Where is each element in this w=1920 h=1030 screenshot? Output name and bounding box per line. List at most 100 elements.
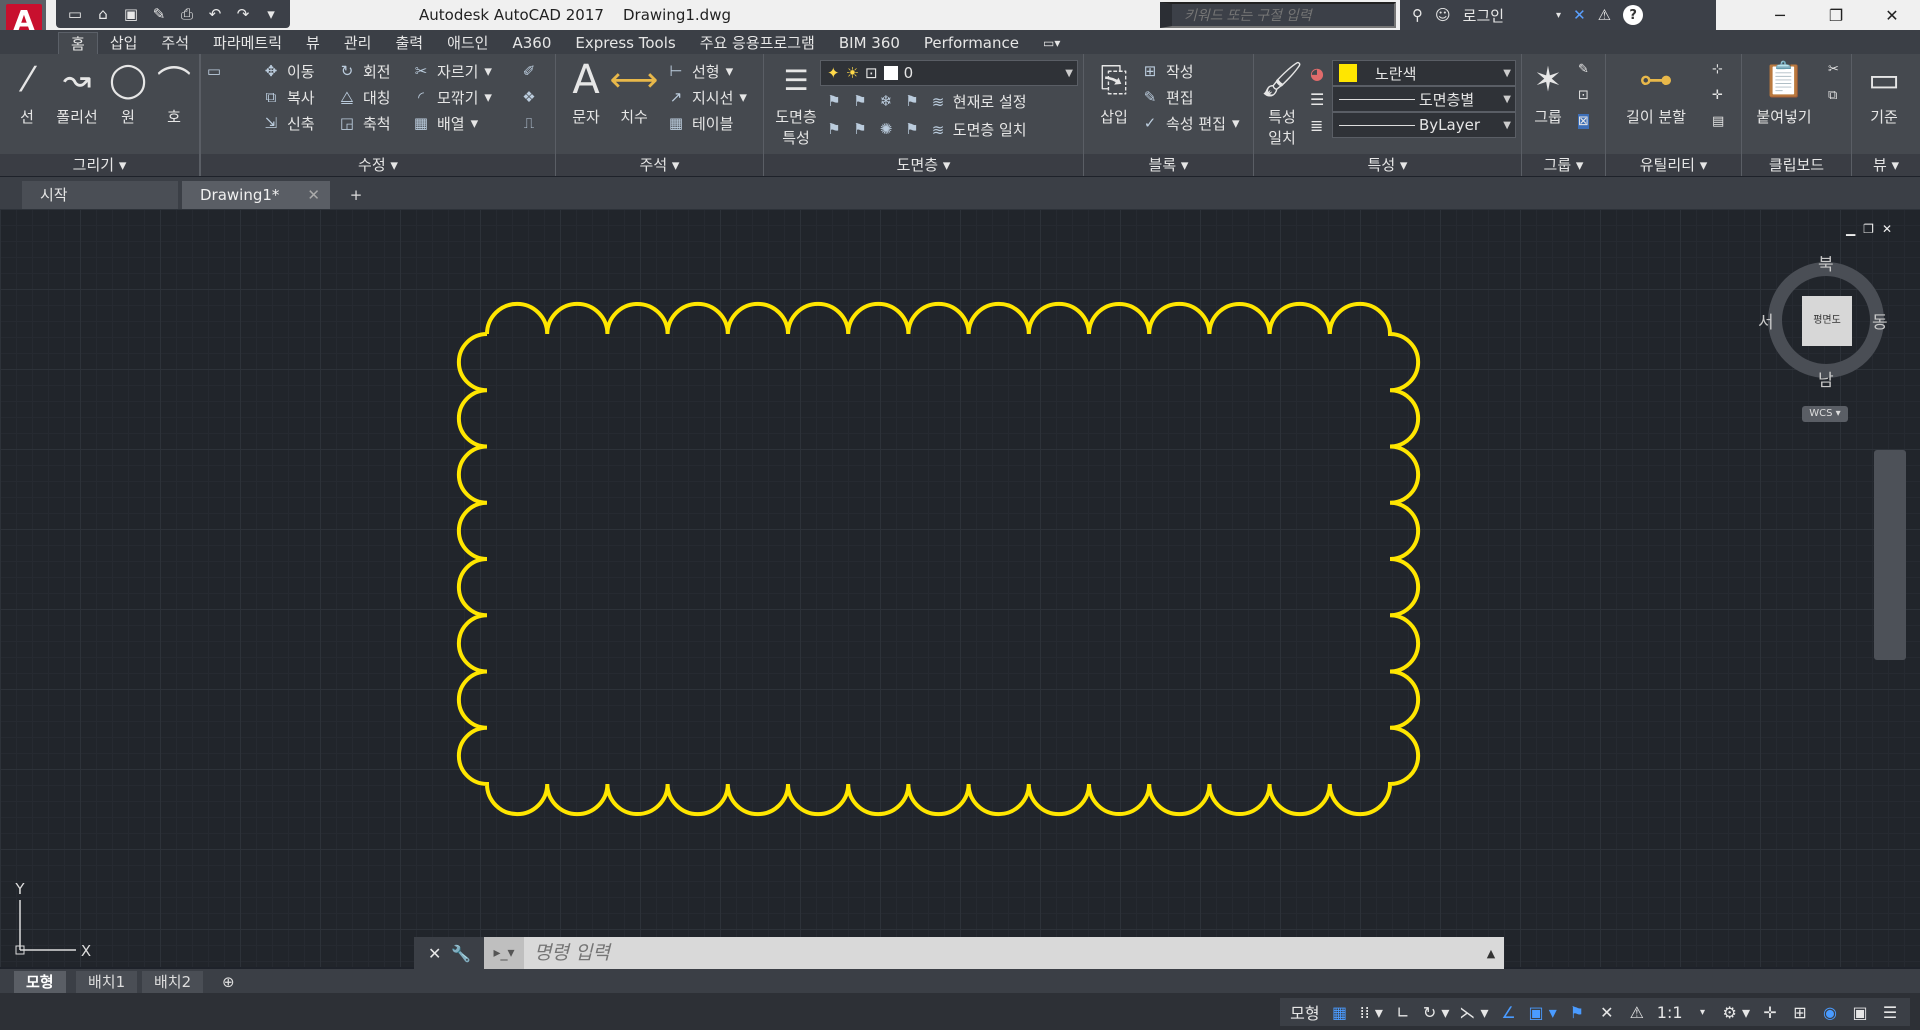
layer-isolate-icon[interactable]: ⚑	[850, 91, 870, 111]
line-button[interactable]: ⁄ 선	[6, 58, 48, 127]
offset-button[interactable]: ⎍	[519, 110, 539, 136]
compass-west[interactable]: 서	[1758, 308, 1774, 333]
tab-parametric[interactable]: 파라메트릭	[201, 32, 294, 54]
panel-title-clipboard[interactable]: 클립보드	[1742, 154, 1851, 176]
revision-cloud[interactable]	[456, 301, 1421, 817]
ortho-icon[interactable]: ∟	[1393, 1003, 1413, 1022]
close-tab-icon[interactable]: ✕	[307, 181, 320, 209]
layer-dropdown[interactable]: ✦ ☀ ⊡ 0 ▼	[820, 60, 1078, 86]
panel-title-view[interactable]: 뷰 ▾	[1852, 154, 1920, 176]
minimize-viewport-icon[interactable]: ▁	[1846, 222, 1855, 236]
layer-freeze-icon[interactable]: ❄	[876, 91, 896, 111]
group-button[interactable]: ✶ 그룹	[1526, 58, 1570, 127]
layer-on-icon[interactable]: ⚑	[824, 119, 844, 139]
create-block-button[interactable]: ⊞ 작성	[1140, 58, 1194, 84]
dimension-button[interactable]: ⟷ 치수	[610, 58, 659, 127]
panel-title-groups[interactable]: 그룹 ▾	[1522, 154, 1605, 176]
fillet-button[interactable]: ◜ 모깎기 ▾	[411, 84, 492, 110]
quick-select-icon[interactable]: ⊹	[1712, 62, 1723, 77]
polyline-button[interactable]: ↝ 폴리선	[50, 58, 104, 127]
chevron-down-icon[interactable]: ▾	[1556, 10, 1561, 21]
panel-title-annotation[interactable]: 주석 ▾	[556, 154, 763, 176]
edit-attributes-button[interactable]: ✓ 속성 편집 ▾	[1140, 110, 1240, 136]
arc-button[interactable]: ⌒ 호	[152, 58, 196, 127]
tab-insert[interactable]: 삽입	[98, 32, 150, 54]
layer-properties-button[interactable]: ☰ 도면층 특성	[768, 58, 824, 148]
navigation-bar[interactable]	[1874, 450, 1906, 660]
tab-home[interactable]: 홈	[58, 32, 98, 54]
tab-output[interactable]: 출력	[383, 32, 435, 54]
drawing-canvas[interactable]	[0, 209, 1920, 967]
linetype-dropdown[interactable]: 도면층별 ▼	[1332, 86, 1516, 112]
tab-performance[interactable]: Performance	[912, 32, 1031, 54]
text-button[interactable]: A 문자	[564, 57, 608, 127]
login-button[interactable]: 로그인	[1463, 5, 1504, 26]
compass-south[interactable]: 남	[1818, 366, 1834, 391]
layer-unisolate-icon[interactable]: ⚑	[850, 119, 870, 139]
tab-featured-apps[interactable]: 주요 응용프로그램	[688, 32, 827, 54]
layer-lock-icon[interactable]: ⚑	[902, 91, 922, 111]
model-space-toggle[interactable]: 모형	[1290, 1000, 1319, 1024]
cut-icon[interactable]: ✂	[1828, 62, 1839, 77]
mirror-button[interactable]: ⧋ 대칭	[337, 84, 390, 110]
maximize-button[interactable]: ❐	[1808, 0, 1864, 30]
wcs-menu[interactable]: WCS ▾	[1802, 406, 1848, 422]
linear-dim-button[interactable]: ⊢ 선형 ▾	[666, 58, 733, 84]
tab-annotate[interactable]: 주석	[149, 32, 201, 54]
layer-off-icon[interactable]: ⚑	[824, 91, 844, 111]
isodraft-icon[interactable]: ⋋ ▾	[1459, 1003, 1488, 1022]
layout-tab-layout1[interactable]: 배치1	[76, 971, 138, 993]
close-button[interactable]: ✕	[1864, 0, 1920, 30]
command-input[interactable]	[524, 937, 1478, 969]
move-button[interactable]: ✥ 이동	[261, 58, 315, 84]
tab-addins[interactable]: 애드인	[435, 32, 500, 54]
ribbon-options-icon[interactable]: ▭▾	[1031, 32, 1072, 54]
polar-icon[interactable]: ↻ ▾	[1423, 1003, 1450, 1022]
layer-unlock-icon[interactable]: ⚑	[902, 119, 922, 139]
panel-title-modify[interactable]: 수정 ▾	[201, 154, 555, 176]
panel-title-block[interactable]: 블록 ▾	[1084, 154, 1253, 176]
explode-button[interactable]: ❖	[519, 84, 539, 110]
panel-title-layers[interactable]: 도면층 ▾	[764, 154, 1083, 176]
copy-button[interactable]: ⧉ 복사	[261, 84, 315, 110]
units-icon[interactable]: ⊞	[1790, 1003, 1810, 1022]
copy-clip-icon[interactable]: ⧉	[1828, 88, 1837, 103]
customize-wrench-icon[interactable]: 🔧	[451, 944, 471, 963]
leader-button[interactable]: ↗ 지시선 ▾	[666, 84, 747, 110]
file-tab-drawing1[interactable]: Drawing1* ✕	[182, 181, 330, 209]
circle-button[interactable]: ◯ 원	[106, 58, 150, 127]
scale-button[interactable]: ◲ 축척	[337, 110, 391, 136]
search-input[interactable]	[1160, 2, 1396, 28]
ungroup-icon[interactable]: ✎	[1578, 62, 1589, 77]
group-edit-icon[interactable]: ⊡	[1578, 88, 1589, 103]
tab-a360[interactable]: A360	[500, 32, 563, 54]
measure-button[interactable]: ⊶ 길이 분할	[1610, 58, 1702, 127]
object-snap-tracking-icon[interactable]: ∠	[1499, 1003, 1519, 1022]
annotation-scale-icon[interactable]: ⚠	[1627, 1003, 1647, 1022]
tab-view[interactable]: 뷰	[294, 32, 332, 54]
snap-icon[interactable]: ⁞⁞ ▾	[1360, 1003, 1383, 1022]
panel-title-draw[interactable]: 그리기 ▾	[0, 154, 199, 176]
compass-east[interactable]: 동	[1872, 308, 1888, 333]
binoculars-icon[interactable]: ⚲	[1412, 6, 1423, 24]
panel-title-properties[interactable]: 특성 ▾	[1254, 154, 1521, 176]
table-button[interactable]: ▦ 테이블	[666, 110, 734, 136]
tab-express-tools[interactable]: Express Tools	[563, 32, 687, 54]
compass-north[interactable]: 북	[1818, 250, 1834, 275]
workspace-gear-icon[interactable]: ⚙ ▾	[1723, 1003, 1750, 1022]
group-select-icon[interactable]: ⊠	[1578, 114, 1589, 129]
command-prompt-icon[interactable]: ▸_▾	[484, 937, 524, 969]
paste-button[interactable]: 📋 붙여넣기	[1746, 58, 1822, 127]
insert-block-button[interactable]: ⎘ 삽입	[1090, 58, 1138, 127]
point-icon[interactable]: ✛	[1712, 88, 1723, 103]
rotate-button[interactable]: ↻ 회전	[337, 58, 391, 84]
annotation-visibility-icon[interactable]: ⚑	[1567, 1003, 1587, 1022]
annotation-scale-value[interactable]: 1:1	[1657, 1003, 1683, 1022]
stretch-button[interactable]: ⇲ 신축	[261, 110, 315, 136]
match-properties-button[interactable]: 🖌 특성 일치	[1258, 58, 1306, 148]
customization-menu-icon[interactable]: ☰	[1880, 1003, 1900, 1022]
auto-scale-icon[interactable]: ✕	[1597, 1003, 1617, 1022]
minimize-button[interactable]: ─	[1752, 0, 1808, 30]
command-history-button[interactable]: ▲	[1478, 947, 1504, 960]
edit-block-button[interactable]: ✎ 편집	[1140, 84, 1194, 110]
